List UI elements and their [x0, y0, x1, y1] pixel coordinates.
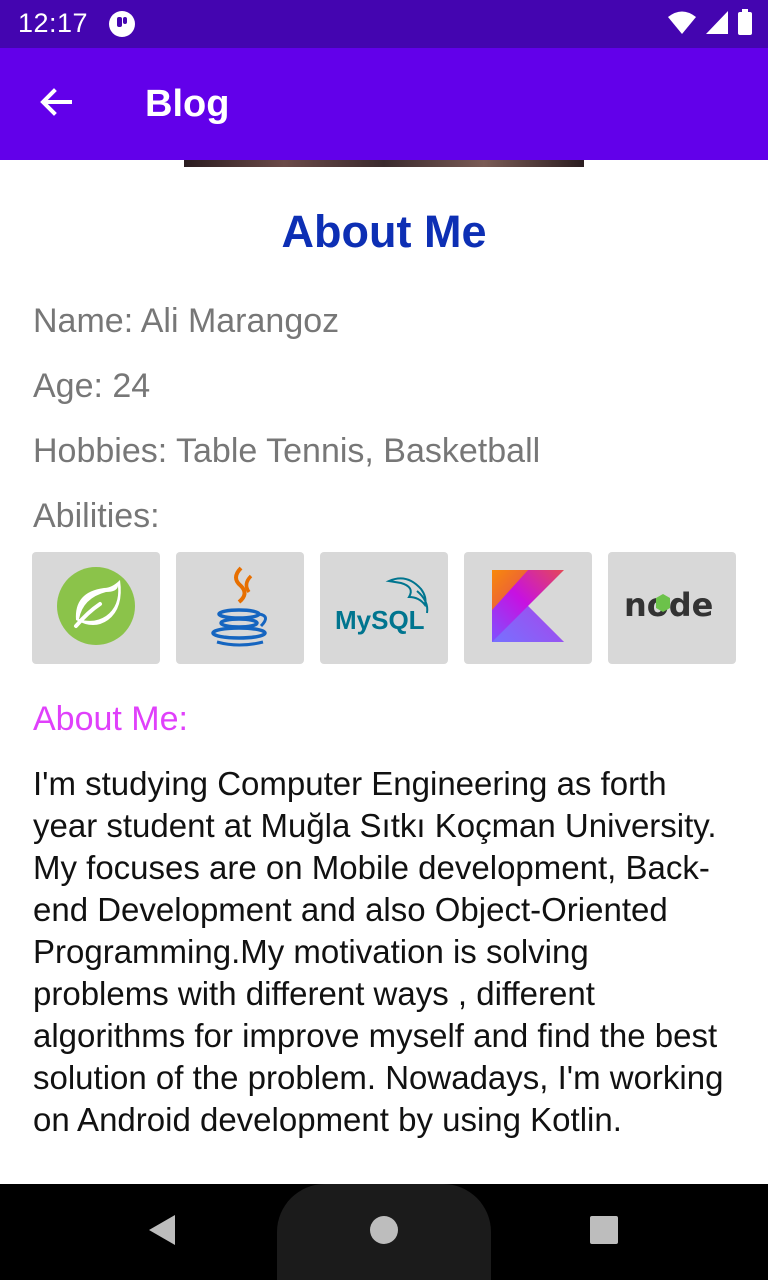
about-text: I'm studying Computer Engineering as for…	[33, 765, 724, 1138]
section-title: About Me	[281, 206, 487, 257]
back-triangle-icon	[145, 1213, 179, 1252]
nav-recents-button[interactable]	[580, 1208, 628, 1256]
svg-text:MySQL: MySQL	[335, 605, 425, 635]
ability-kotlin[interactable]	[464, 552, 592, 664]
ability-mysql[interactable]: MySQL	[320, 552, 448, 664]
nav-home-button[interactable]	[360, 1208, 408, 1256]
back-button[interactable]	[24, 72, 88, 136]
ability-nodejs[interactable]: node	[608, 552, 736, 664]
ability-spring[interactable]	[32, 552, 160, 664]
abilities-label: Abilities:	[33, 497, 160, 535]
name-text: Name: Ali Marangoz	[33, 302, 340, 340]
nodejs-icon: node	[622, 586, 722, 631]
signal-icon	[704, 8, 730, 41]
java-icon	[205, 564, 275, 653]
ability-java[interactable]	[176, 552, 304, 664]
scroll-content[interactable]: About Me Name: Ali Marangoz Age: 24 Hobb…	[0, 160, 768, 1184]
hobbies-text: Hobbies: Table Tennis, Basketball	[33, 432, 541, 470]
recents-square-icon	[589, 1215, 619, 1250]
battery-icon	[736, 8, 754, 41]
age-text: Age: 24	[33, 367, 151, 405]
kotlin-icon	[492, 569, 564, 647]
back-arrow-icon	[38, 84, 74, 125]
about-label: About Me:	[33, 700, 188, 738]
navigation-bar	[0, 1184, 768, 1280]
app-title: Blog	[145, 83, 230, 125]
status-time: 12:17	[18, 8, 89, 38]
wifi-icon	[666, 8, 698, 41]
nav-back-button[interactable]	[138, 1208, 186, 1256]
mysql-icon: MySQL	[329, 571, 439, 646]
home-circle-icon	[369, 1215, 399, 1250]
status-bar: 12:17	[0, 0, 768, 48]
abilities-list: MySQL	[32, 552, 736, 664]
app-bar: Blog	[0, 48, 768, 160]
app-notification-icon	[108, 10, 136, 38]
spring-icon	[54, 564, 138, 653]
profile-image	[184, 160, 584, 167]
